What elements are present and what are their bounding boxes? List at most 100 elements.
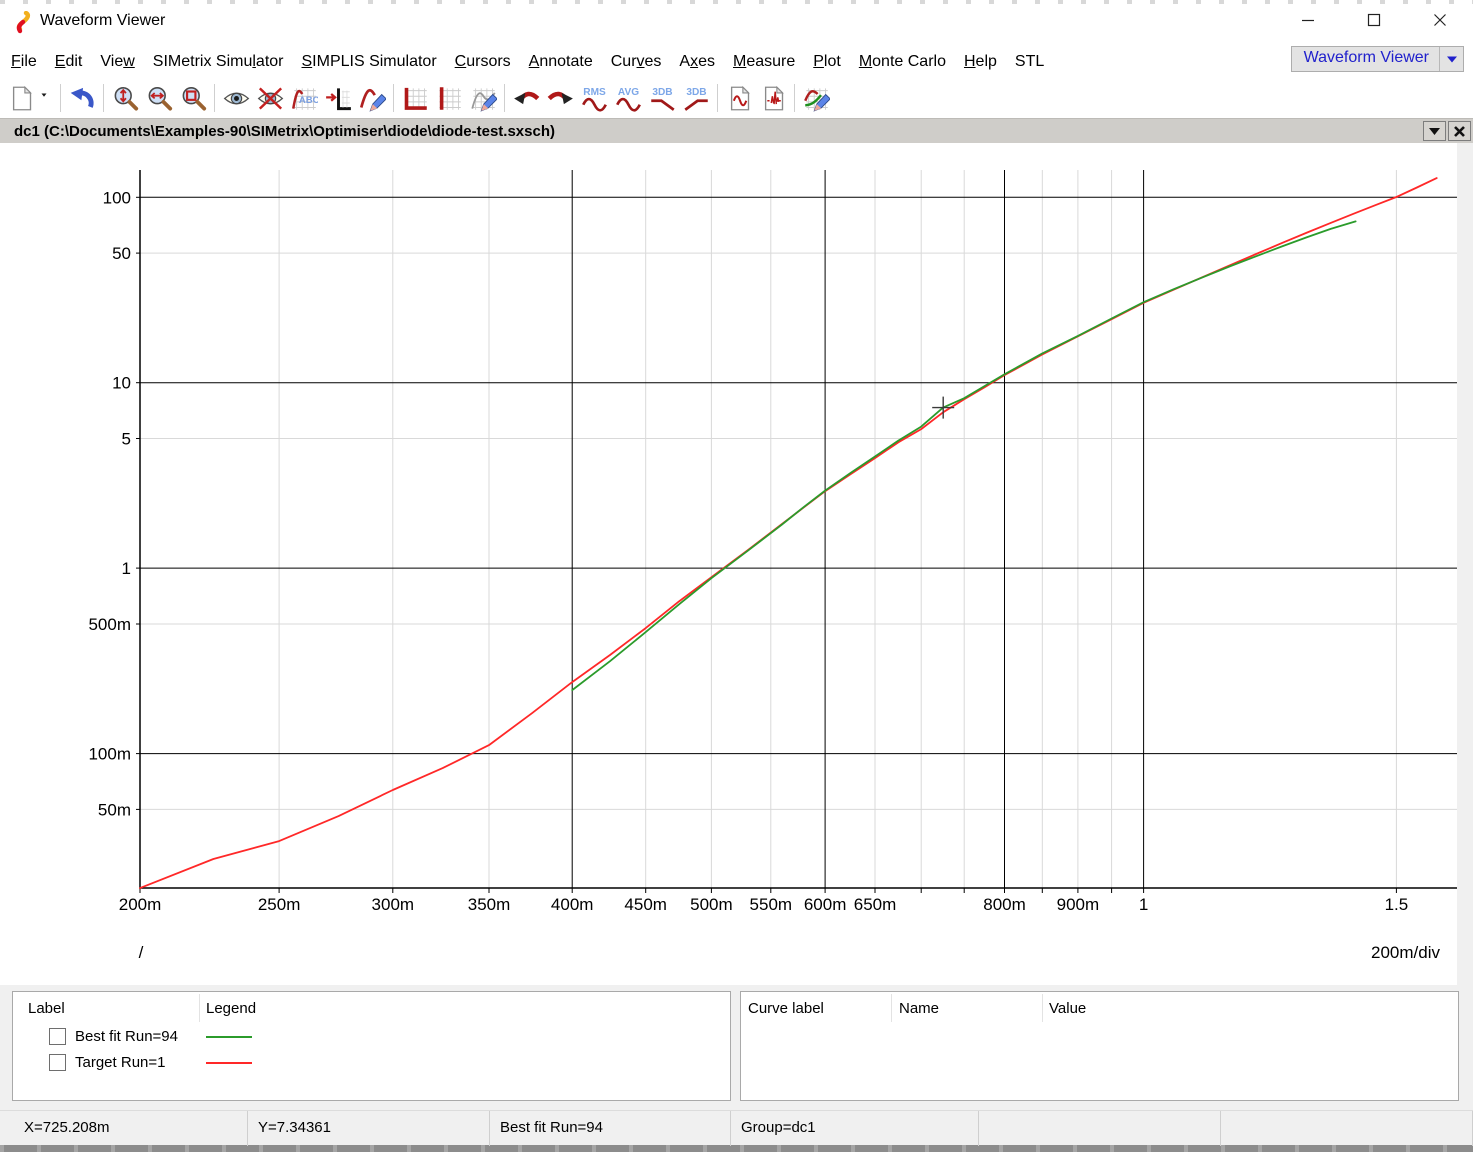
menu-item-stl[interactable]: STL <box>1006 49 1053 75</box>
new-graph-dropdown-icon <box>41 92 53 104</box>
graph-tab[interactable]: dc1 (C:\Documents\Examples-90\SIMetrix\O… <box>0 123 555 140</box>
add-axis-icon <box>402 85 429 112</box>
add-axis-button[interactable] <box>398 81 432 115</box>
waveform-plot-area[interactable]: 100501051500m100m50m200m250m300m350m400m… <box>0 143 1473 985</box>
svg-text:450m: 450m <box>624 895 667 914</box>
status-field-spare-2 <box>1221 1111 1473 1146</box>
legend-row: Target Run=1 <box>13 1050 730 1076</box>
toolbar-separator <box>393 84 394 112</box>
3db-lowpass-button[interactable]: 3DB <box>645 81 679 115</box>
svg-text:500m: 500m <box>88 615 131 634</box>
toolbar-separator <box>60 84 61 112</box>
toolbar-separator <box>504 84 505 112</box>
toolbar-separator <box>717 84 718 112</box>
values-column-value: Value <box>1049 1000 1086 1017</box>
menu-item-curves[interactable]: Curves <box>602 49 671 75</box>
tab-close-button[interactable] <box>1448 121 1471 141</box>
hide-curve-button[interactable] <box>253 81 287 115</box>
menu-item-help[interactable]: Help <box>955 49 1006 75</box>
svg-text:100: 100 <box>103 188 131 207</box>
values-column-name: Name <box>899 1000 939 1017</box>
zoom-box-button[interactable] <box>176 81 210 115</box>
toolbar-separator <box>103 84 104 112</box>
svg-text:RMS: RMS <box>583 87 606 98</box>
waveform-chart[interactable]: 100501051500m100m50m200m250m300m350m400m… <box>0 143 1473 985</box>
close-icon <box>1454 126 1465 137</box>
edit-axis-grid-icon <box>470 85 497 112</box>
next-view-button[interactable] <box>543 81 577 115</box>
legend-row: Best fit Run=94 <box>13 1024 730 1050</box>
menu-item-annotate[interactable]: Annotate <box>520 49 602 75</box>
menu-item-cursors[interactable]: Cursors <box>446 49 520 75</box>
avg-measure-button[interactable]: AVG <box>611 81 645 115</box>
column-divider <box>891 994 892 1022</box>
legend-checkbox[interactable] <box>49 1028 66 1045</box>
svg-text:1.5: 1.5 <box>1385 895 1409 914</box>
close-button[interactable] <box>1407 0 1473 40</box>
show-curve-icon <box>223 85 250 112</box>
plot-waveform-button[interactable] <box>722 81 756 115</box>
rms-measure-icon: RMS <box>581 85 608 112</box>
annotate-curve-icon: ABC <box>291 85 318 112</box>
menu-item-plot[interactable]: Plot <box>804 49 850 75</box>
plot-spectrum-button[interactable] <box>756 81 790 115</box>
menu-item-monte-carlo[interactable]: Monte Carlo <box>850 49 955 75</box>
chart-right-margin <box>1457 143 1473 985</box>
move-curve-to-axis-button[interactable] <box>321 81 355 115</box>
menu-item-axes[interactable]: Axes <box>670 49 724 75</box>
viewer-selector-arrow[interactable] <box>1439 47 1463 71</box>
column-divider <box>199 994 200 1022</box>
svg-text:50: 50 <box>112 244 131 263</box>
svg-text:650m: 650m <box>854 895 897 914</box>
zoom-box-icon <box>180 85 207 112</box>
menu-item-view[interactable]: View <box>91 49 143 75</box>
maximize-button[interactable] <box>1341 0 1407 40</box>
menu-item-file[interactable]: File <box>2 49 46 75</box>
column-divider <box>1042 994 1043 1022</box>
edit-curve-button[interactable] <box>355 81 389 115</box>
svg-text:600m: 600m <box>804 895 847 914</box>
background-window-edge <box>0 1145 1473 1152</box>
bottom-panels: Label Legend Best fit Run=94Target Run=1… <box>0 985 1473 1110</box>
new-graph-dropdown[interactable] <box>38 81 56 115</box>
menu-item-edit[interactable]: Edit <box>46 49 92 75</box>
edit-axis-grid-button[interactable] <box>466 81 500 115</box>
maximize-icon <box>1367 13 1381 27</box>
undo-button[interactable] <box>65 81 99 115</box>
annotate-curve-button[interactable]: ABC <box>287 81 321 115</box>
avg-measure-icon: AVG <box>615 85 642 112</box>
3db-lowpass-icon: 3DB <box>649 85 676 112</box>
x-axis-title: / <box>139 943 144 962</box>
add-grid-button[interactable] <box>432 81 466 115</box>
new-graph-button[interactable] <box>4 81 38 115</box>
menu-item-simetrix-simulator[interactable]: SIMetrix Simulator <box>144 49 293 75</box>
minimize-button[interactable] <box>1275 0 1341 40</box>
legend-column-legend: Legend <box>206 1000 256 1017</box>
show-curve-button[interactable] <box>219 81 253 115</box>
edit-graph-button[interactable] <box>799 81 833 115</box>
zoom-x-fit-button[interactable] <box>142 81 176 115</box>
3db-highpass-icon: 3DB <box>683 85 710 112</box>
zoom-y-fit-button[interactable] <box>108 81 142 115</box>
3db-highpass-button[interactable]: 3DB <box>679 81 713 115</box>
menu-item-simplis-simulator[interactable]: SIMPLIS Simulator <box>293 49 446 75</box>
svg-text:300m: 300m <box>372 895 415 914</box>
svg-text:1: 1 <box>122 559 131 578</box>
rms-measure-button[interactable]: RMS <box>577 81 611 115</box>
plot-spectrum-icon <box>760 85 787 112</box>
svg-text:200m: 200m <box>119 895 162 914</box>
viewer-selector[interactable]: Waveform Viewer <box>1291 46 1464 72</box>
legend-checkbox[interactable] <box>49 1054 66 1071</box>
previous-view-button[interactable] <box>509 81 543 115</box>
window-title: Waveform Viewer <box>40 12 165 30</box>
toolbar: ABC RMS AVG 3DB 3DB <box>0 78 1473 118</box>
edit-curve-icon <box>359 85 386 112</box>
next-view-icon <box>547 85 574 112</box>
statusbar: X=725.208mY=7.34361Best fit Run=94Group=… <box>0 1110 1473 1145</box>
add-grid-icon <box>436 85 463 112</box>
viewer-selector-label: Waveform Viewer <box>1292 47 1439 71</box>
menu-item-measure[interactable]: Measure <box>724 49 804 75</box>
status-field-curve-name: Best fit Run=94 <box>490 1111 731 1146</box>
svg-text:900m: 900m <box>1057 895 1100 914</box>
tab-list-dropdown-button[interactable] <box>1423 121 1446 141</box>
